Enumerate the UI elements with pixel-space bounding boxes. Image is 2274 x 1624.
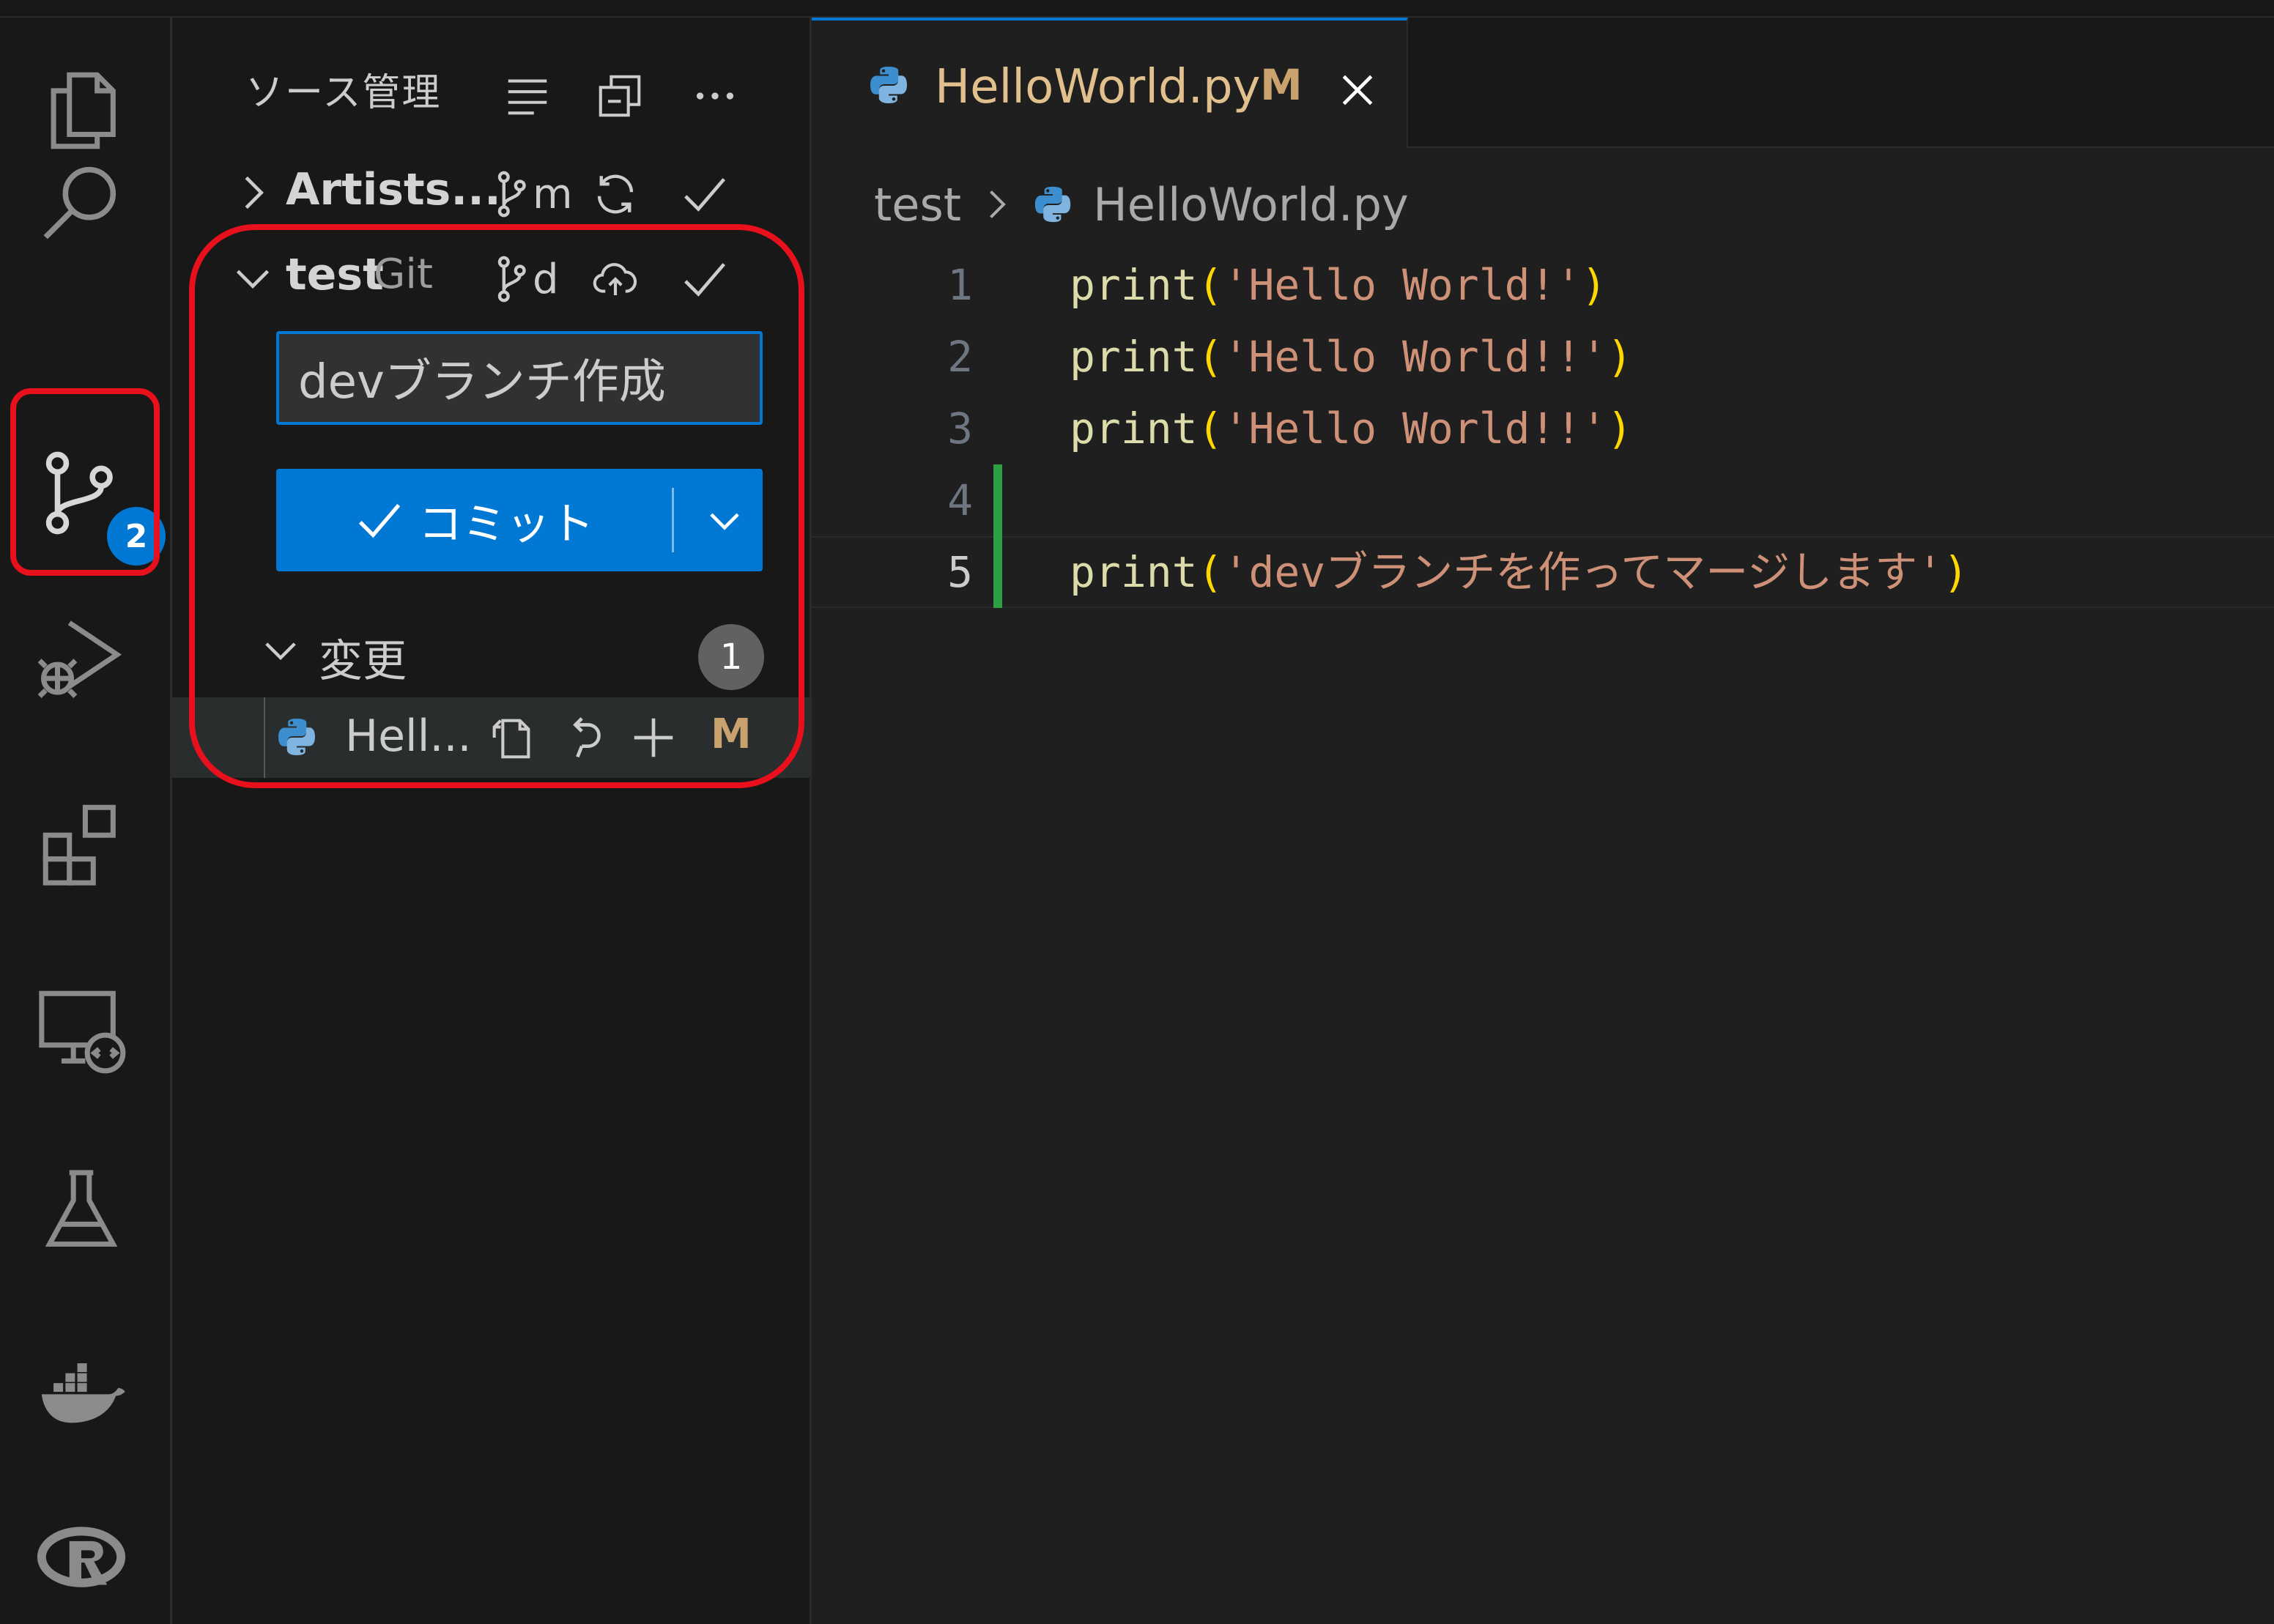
source-control-sidebar: ソース管理 Artists... m test Git d devブランチ作成 …	[172, 18, 812, 1624]
tab-modified-indicator: M	[1260, 60, 1303, 110]
breadcrumb: test HelloWorld.py	[874, 164, 1409, 245]
commit-message-input[interactable]	[276, 331, 763, 425]
code-function: print	[1070, 547, 1198, 597]
source-control-badge: 2	[107, 507, 166, 566]
repo-name: Artists...	[286, 164, 501, 215]
breadcrumb-folder[interactable]: test	[874, 178, 961, 231]
file-status-modified: M	[711, 711, 752, 758]
changes-group-header[interactable]: 変更 1	[172, 611, 810, 692]
commit-button-separator	[672, 488, 674, 552]
code-line-current: 5 print('devブランチを作ってマージします')	[812, 536, 2274, 608]
discard-changes-icon[interactable]	[553, 705, 619, 771]
activity-bar: 2	[0, 18, 172, 1624]
commit-main-action[interactable]: コミット	[276, 469, 672, 571]
changes-label: 変更	[319, 636, 407, 687]
docker-icon[interactable]	[26, 1336, 136, 1446]
check-icon	[358, 503, 401, 538]
tab-title: HelloWorld.py	[935, 60, 1261, 114]
branch-picker[interactable]: d	[495, 246, 559, 312]
sync-icon[interactable]	[582, 161, 648, 227]
code-paren: (	[1197, 260, 1223, 310]
search-icon[interactable]	[26, 147, 136, 256]
branch-name: m	[533, 170, 573, 218]
chevron-down-icon[interactable]	[256, 626, 305, 674]
code-string: 'devブランチを作ってマージします'	[1223, 547, 1944, 597]
repo-row-artists[interactable]: Artists... m	[172, 154, 810, 234]
testing-icon[interactable]	[26, 1157, 136, 1267]
python-file-icon	[867, 63, 911, 107]
repo-row-test[interactable]: test Git d	[172, 239, 810, 319]
line-number: 1	[947, 260, 973, 310]
code-line: 4	[812, 464, 2274, 536]
python-file-icon	[275, 715, 319, 759]
tree-indent-guide	[264, 697, 265, 778]
code-string: 'Hello World!!'	[1223, 404, 1607, 453]
window-top-edge	[0, 0, 2274, 18]
editor-area: HelloWorld.py M test HelloWorld.py 1 pri…	[812, 18, 2274, 1624]
commit-dropdown-button[interactable]	[686, 469, 763, 571]
code-paren: (	[1197, 404, 1223, 453]
source-control-icon[interactable]: 2	[26, 438, 166, 566]
changed-file-name: Hell...	[345, 711, 472, 762]
line-number: 4	[947, 475, 973, 525]
more-actions-icon[interactable]	[682, 63, 748, 129]
chevron-right-icon[interactable]	[227, 167, 278, 218]
code-line: 1 print('Hello World!')	[812, 249, 2274, 321]
publish-cloud-icon[interactable]	[582, 246, 648, 312]
code-paren: )	[1581, 260, 1607, 310]
collapse-all-icon[interactable]	[587, 63, 653, 129]
line-number: 2	[947, 332, 973, 382]
repo-provider: Git	[374, 251, 433, 298]
commit-check-icon[interactable]	[672, 161, 738, 227]
sidebar-title: ソース管理	[245, 71, 442, 115]
line-content: print('Hello World!')	[1070, 249, 1607, 321]
chevron-down-icon[interactable]	[227, 252, 278, 303]
remote-explorer-icon[interactable]	[26, 974, 136, 1084]
code-function: print	[1070, 332, 1198, 382]
extensions-icon[interactable]	[26, 788, 136, 898]
commit-check-icon[interactable]	[672, 246, 738, 312]
repo-name: test	[286, 249, 384, 300]
code-paren: )	[1607, 332, 1633, 382]
code-function: print	[1070, 404, 1198, 453]
added-line-gutter-marker[interactable]	[993, 536, 1002, 608]
added-line-gutter-marker[interactable]	[993, 464, 1002, 536]
chevron-down-icon	[710, 513, 739, 530]
line-content: print('Hello World!!')	[1070, 393, 1632, 464]
code-paren: (	[1197, 547, 1223, 597]
line-number: 3	[947, 404, 973, 453]
commit-button[interactable]: コミット	[276, 469, 763, 571]
code-paren: (	[1197, 332, 1223, 382]
open-file-icon[interactable]	[478, 705, 544, 771]
code-function: print	[1070, 260, 1198, 310]
code-line: 2 print('Hello World!!')	[812, 321, 2274, 393]
code-line: 3 print('Hello World!!')	[812, 393, 2274, 464]
code-paren: )	[1943, 547, 1969, 597]
line-content: print('Hello World!!')	[1070, 321, 1632, 393]
line-number: 5	[947, 547, 973, 597]
changed-file-row[interactable]: Hell... M	[172, 697, 810, 778]
tab-bar: HelloWorld.py M	[812, 18, 2274, 148]
tab-helloworld[interactable]: HelloWorld.py M	[812, 18, 1408, 148]
branch-name: d	[533, 255, 559, 303]
r-icon[interactable]	[26, 1506, 136, 1616]
run-debug-icon[interactable]	[26, 604, 136, 713]
stage-changes-icon[interactable]	[621, 705, 686, 771]
changes-count-badge: 1	[698, 624, 764, 690]
code-string: 'Hello World!'	[1223, 260, 1582, 310]
view-as-list-icon[interactable]	[495, 63, 560, 129]
python-file-icon	[1034, 186, 1071, 223]
code-string: 'Hello World!!'	[1223, 332, 1607, 382]
close-icon[interactable]	[1325, 57, 1390, 123]
line-content: print('devブランチを作ってマージします')	[1070, 536, 1969, 608]
branch-picker[interactable]: m	[495, 161, 573, 227]
commit-button-label: コミット	[418, 498, 594, 550]
breadcrumb-file[interactable]: HelloWorld.py	[1093, 178, 1409, 231]
code-paren: )	[1607, 404, 1633, 453]
chevron-right-icon	[990, 190, 1006, 218]
